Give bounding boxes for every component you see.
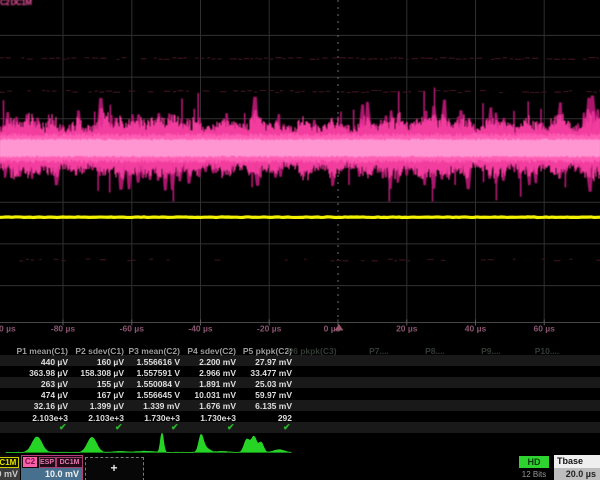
svg-text:-40 µs: -40 µs [188, 324, 213, 334]
svg-text:60 µs: 60 µs [533, 324, 555, 334]
svg-text:-60 µs: -60 µs [120, 324, 145, 334]
svg-text:-20 µs: -20 µs [257, 324, 282, 334]
svg-text:-80 µs: -80 µs [51, 324, 76, 334]
svg-text:40 µs: 40 µs [465, 324, 487, 334]
svg-text:-100 µs: -100 µs [0, 324, 16, 334]
svg-text:20 µs: 20 µs [396, 324, 418, 334]
